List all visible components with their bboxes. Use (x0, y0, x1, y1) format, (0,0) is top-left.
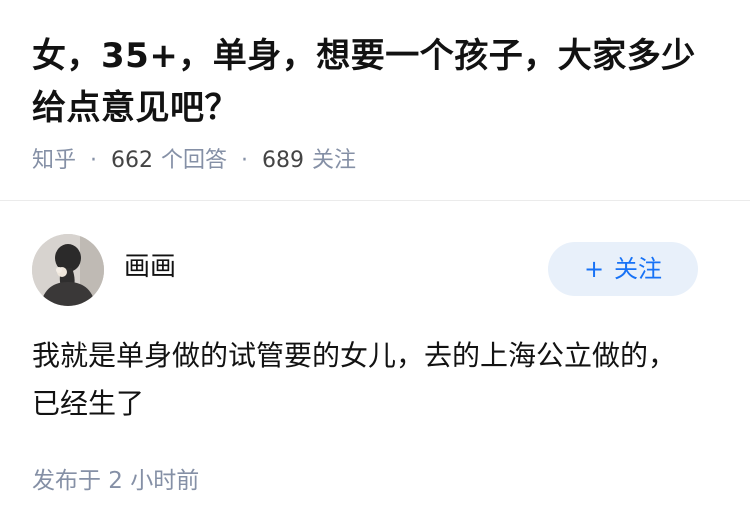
follow-button[interactable]: + 关注 (548, 242, 698, 296)
meta-separator: · (241, 148, 249, 173)
follower-count-label: 关注 (312, 148, 357, 173)
answer-count: 662 (111, 148, 154, 173)
answer-content[interactable]: 我就是单身做的试管要的女儿，去的上海公立做的，已经生了 (32, 332, 692, 428)
question-title[interactable]: 女，35+，单身，想要一个孩子，大家多少给点意见吧？ (32, 30, 722, 134)
answer-author: 画画 + 关注 (32, 234, 698, 306)
follower-count: 689 (262, 148, 305, 173)
plus-icon: + (583, 255, 605, 283)
question-meta: 知乎 · 662 个回答 · 689 关注 (32, 146, 722, 176)
avatar[interactable] (32, 234, 104, 306)
person-avatar-icon (32, 234, 104, 306)
meta-separator: · (90, 148, 98, 173)
publish-time: 发布于 2 小时前 (32, 468, 200, 494)
follow-label: 关注 (614, 255, 663, 283)
source-label[interactable]: 知乎 (32, 146, 76, 176)
divider (0, 200, 750, 201)
answer-count-label: 个回答 (161, 148, 228, 173)
author-name[interactable]: 画画 (124, 250, 176, 284)
question-header: 女，35+，单身，想要一个孩子，大家多少给点意见吧？ 知乎 · 662 个回答 … (32, 30, 722, 176)
